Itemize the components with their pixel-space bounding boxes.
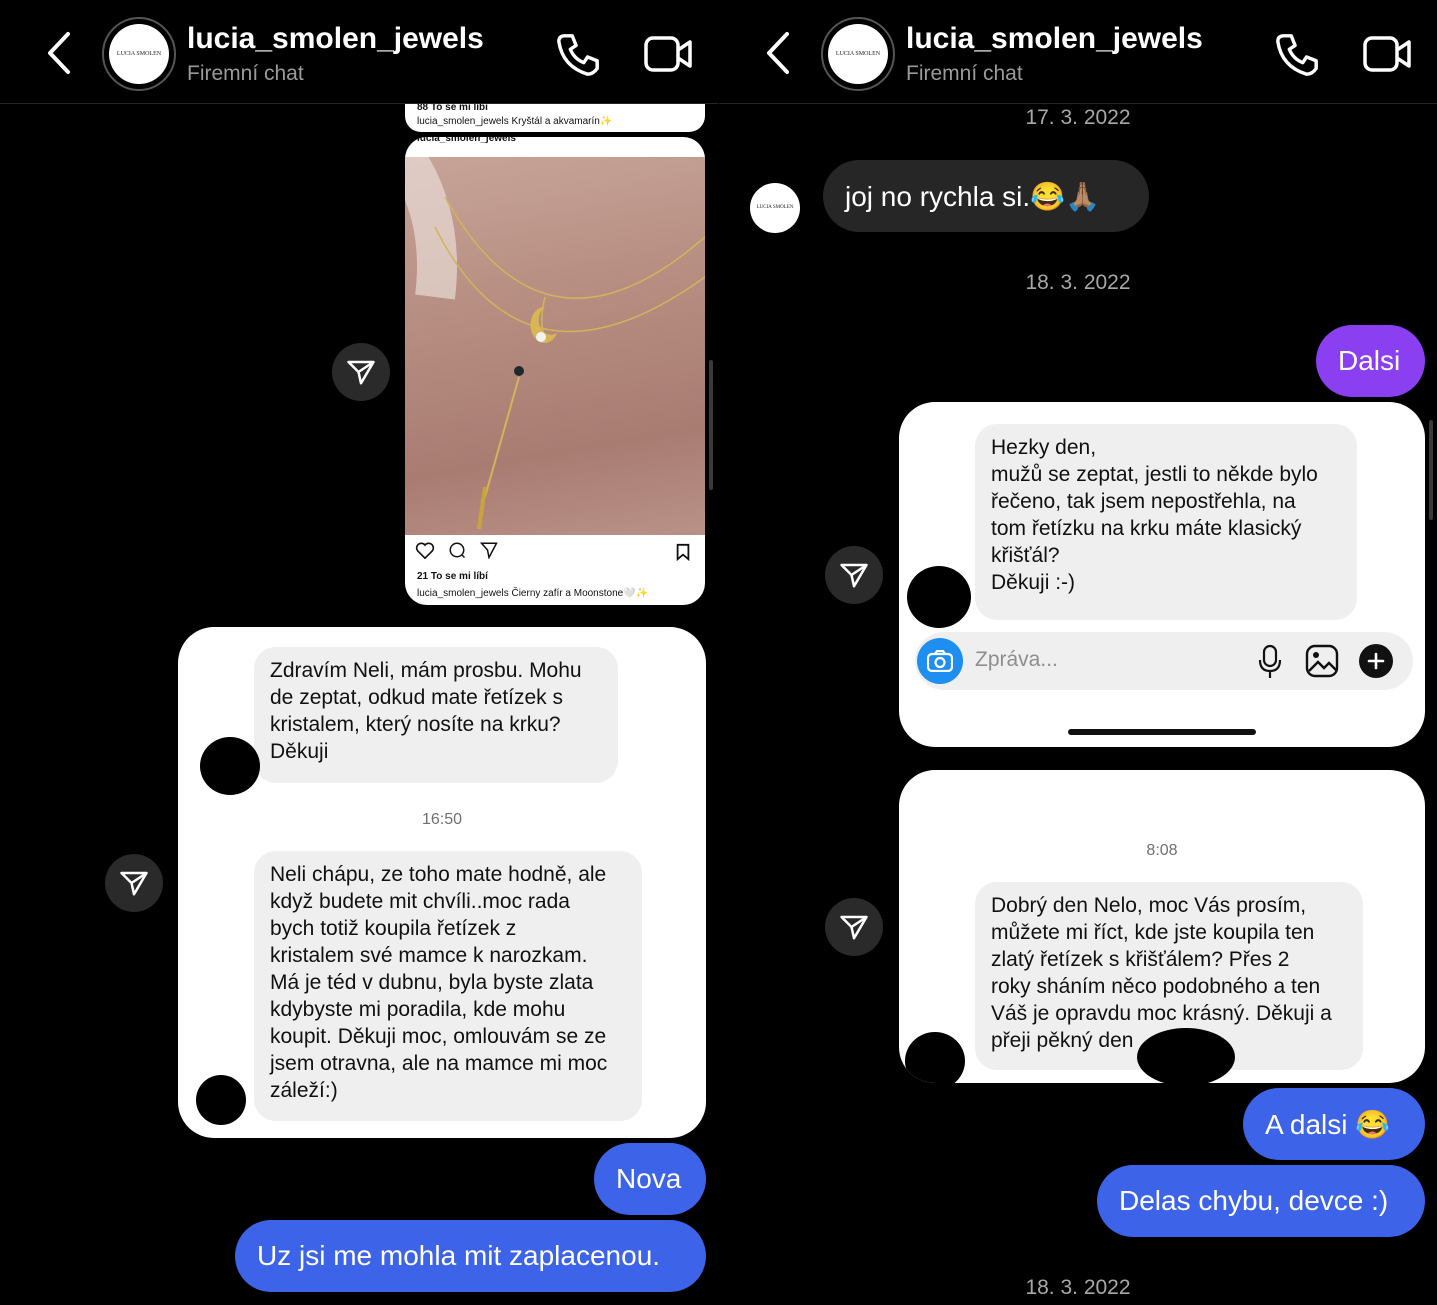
plus-icon: [1367, 652, 1385, 670]
video-icon[interactable]: [644, 34, 692, 74]
video-icon[interactable]: [1363, 34, 1411, 74]
scrollbar[interactable]: [709, 360, 713, 490]
date-separator: 17. 3. 2022: [1025, 106, 1131, 129]
share-button[interactable]: [332, 343, 390, 401]
scrollbar[interactable]: [1429, 420, 1433, 520]
redacted-text: [1137, 1028, 1235, 1083]
paper-plane-icon: [347, 360, 375, 385]
share-button[interactable]: [825, 898, 883, 956]
paper-plane-icon: [840, 915, 868, 940]
outgoing-message[interactable]: Delas chybu, devce :): [1097, 1165, 1425, 1237]
date-separator: 18. 3. 2022: [1025, 1276, 1131, 1299]
post-likes: 21 To se mi líbí: [417, 571, 488, 582]
phone-icon[interactable]: [555, 32, 601, 78]
date-separator: 18. 3. 2022: [1025, 271, 1131, 294]
redacted-avatar: [200, 737, 260, 795]
message-input-placeholder[interactable]: Zpráva...: [975, 648, 1058, 672]
plus-button[interactable]: [1359, 644, 1393, 678]
post-actions: [415, 541, 499, 559]
post-caption: lucia_smolen_jewels Kryštál a akvamarín✨: [417, 116, 613, 127]
comment-icon[interactable]: [447, 541, 467, 559]
message-bubble: Zdravím Neli, mám prosbu. Mohu de zeptat…: [254, 647, 618, 783]
post-photo[interactable]: [405, 145, 705, 535]
microphone-icon[interactable]: [1258, 644, 1282, 680]
shared-post[interactable]: lucia_smolen_jewels 21 To se mi líbí luc…: [405, 137, 705, 605]
post-caption: lucia_smolen_jewels Čierny zafír a Moons…: [417, 588, 649, 599]
gallery-icon[interactable]: [1305, 644, 1339, 678]
outgoing-message[interactable]: Uz jsi me mohla mit zaplacenou.: [235, 1220, 706, 1292]
right-chat-screen: 17. 3. 2022 LUCIA SMOLEN joj no rychla s…: [719, 0, 1437, 1305]
bookmark-icon[interactable]: [675, 543, 691, 561]
necklace-illustration: [405, 145, 705, 530]
profile-avatar[interactable]: LUCIA SMOLEN: [102, 17, 176, 91]
phone-icon[interactable]: [1274, 32, 1320, 78]
incoming-message[interactable]: joj no rychla si.😂🙏🏽: [823, 160, 1149, 232]
chat-subtitle: Firemní chat: [906, 62, 1023, 85]
profile-avatar[interactable]: LUCIA SMOLEN: [821, 17, 895, 91]
heart-icon[interactable]: [415, 541, 435, 559]
forwarded-screenshot-card: Hezky den, mužů se zeptat, jestli to něk…: [899, 402, 1425, 747]
outgoing-message[interactable]: Dalsi: [1316, 325, 1425, 397]
camera-icon: [927, 650, 953, 672]
paper-plane-icon[interactable]: [479, 541, 499, 559]
back-chevron-icon[interactable]: [40, 30, 80, 76]
brand-logo: LUCIA SMOLEN: [116, 50, 162, 57]
paper-plane-icon: [840, 563, 868, 588]
brand-logo: LUCIA SMOLEN: [756, 205, 794, 211]
message-timestamp: 16:50: [421, 811, 463, 828]
message-bubble: Neli chápu, ze toho mate hodně, ale když…: [254, 851, 642, 1121]
forwarded-screenshot-card: 8:08 Dobrý den Nelo, moc Vás prosím, můž…: [899, 770, 1425, 1083]
chat-header: LUCIA SMOLEN lucia_smolen_jewels Firemní…: [719, 0, 1437, 104]
message-bubble: Hezky den, mužů se zeptat, jestli to něk…: [975, 424, 1357, 620]
back-chevron-icon[interactable]: [759, 30, 799, 76]
share-button[interactable]: [105, 854, 163, 912]
chat-header: LUCIA SMOLEN lucia_smolen_jewels Firemní…: [0, 0, 718, 104]
chat-subtitle: Firemní chat: [187, 62, 304, 85]
left-chat-screen: 88 To se mi líbí lucia_smolen_jewels Kry…: [0, 0, 718, 1305]
chat-title[interactable]: lucia_smolen_jewels: [187, 22, 484, 56]
paper-plane-icon: [120, 871, 148, 896]
outgoing-message[interactable]: A dalsi 😂: [1243, 1088, 1425, 1160]
redacted-avatar: [196, 1075, 246, 1125]
previous-post-footer: 88 To se mi líbí lucia_smolen_jewels Kry…: [405, 102, 705, 132]
share-button[interactable]: [825, 546, 883, 604]
brand-logo: LUCIA SMOLEN: [835, 50, 881, 57]
camera-button[interactable]: [917, 638, 963, 684]
redacted-avatar: [905, 1032, 965, 1083]
home-indicator: [1068, 729, 1256, 735]
chat-title[interactable]: lucia_smolen_jewels: [906, 22, 1203, 56]
message-timestamp: 8:08: [1146, 842, 1178, 859]
message-composer[interactable]: Zpráva...: [915, 632, 1413, 690]
sender-avatar[interactable]: LUCIA SMOLEN: [750, 183, 800, 233]
post-username: lucia_smolen_jewels: [417, 137, 516, 144]
forwarded-screenshot-card: Zdravím Neli, mám prosbu. Mohu de zeptat…: [178, 627, 706, 1138]
outgoing-message[interactable]: Nova: [594, 1143, 706, 1215]
redacted-avatar: [907, 566, 971, 628]
